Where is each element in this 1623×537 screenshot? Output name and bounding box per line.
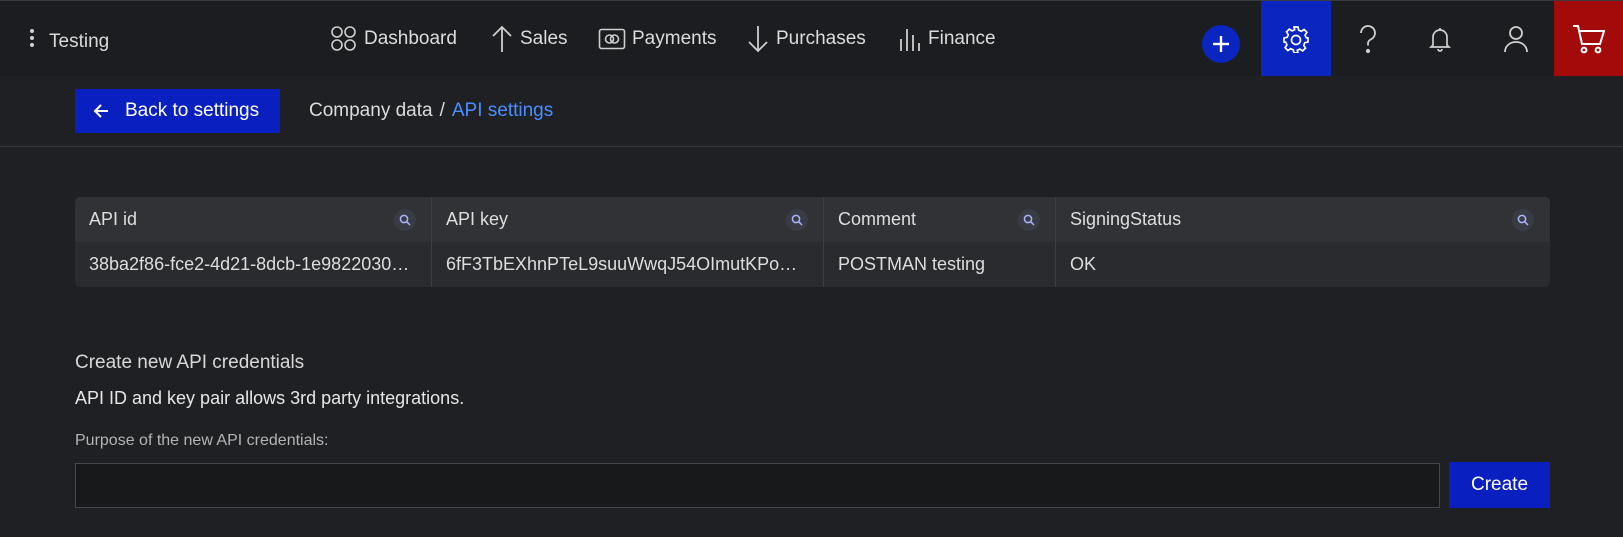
breadcrumb-api-settings[interactable]: API settings (452, 100, 553, 122)
cell-api-key[interactable]: 6fF3TbEXhnPTeL9suuWwqJ54OImutKPoXq7Rz (432, 242, 824, 287)
cell-api-key-value: 6fF3TbEXhnPTeL9suuWwqJ54OImutKPoXq7Rz (446, 254, 809, 274)
column-header-comment-label: Comment (838, 209, 917, 229)
nav-purchases[interactable]: Purchases (746, 23, 866, 55)
cell-comment[interactable]: POSTMAN testing (824, 242, 1056, 287)
column-search-icon[interactable] (786, 209, 808, 231)
column-header-api-key[interactable]: API key (432, 197, 824, 242)
cell-signing-status[interactable]: OK (1056, 242, 1550, 287)
column-header-signing-status-label: SigningStatus (1070, 209, 1182, 229)
breadcrumb: Company data / API settings (309, 100, 553, 122)
column-header-api-key-label: API key (446, 209, 509, 229)
plus-icon (1213, 36, 1229, 52)
table-header-row: API id API key Comment SigningStatus (75, 197, 1550, 242)
nav-sales[interactable]: Sales (490, 23, 568, 55)
notifications-button[interactable] (1405, 1, 1475, 77)
column-search-icon[interactable] (1512, 209, 1534, 231)
create-credentials-description: API ID and key pair allows 3rd party int… (75, 388, 465, 408)
account-button[interactable] (1480, 1, 1552, 77)
nav-dashboard-label: Dashboard (364, 28, 457, 49)
arrow-up-icon (490, 24, 514, 54)
page-subheader: Back to settings Company data / API sett… (0, 76, 1623, 147)
table-row[interactable]: 38ba2f86-fce2-4d21-8dcb-1e9822030c4a 6fF… (75, 242, 1550, 287)
cell-signing-status-value: OK (1070, 254, 1097, 274)
nav-finance[interactable]: Finance (898, 23, 996, 55)
payments-icon (598, 27, 626, 51)
arrow-down-icon (746, 24, 770, 54)
finance-bars-icon (898, 25, 922, 53)
api-credentials-table: API id API key Comment SigningStatus 38b… (75, 197, 1550, 287)
nav-payments-label: Payments (632, 28, 717, 49)
column-search-icon[interactable] (1018, 209, 1040, 231)
column-header-api-id[interactable]: API id (75, 197, 432, 242)
user-icon (1504, 26, 1528, 53)
column-search-icon[interactable] (394, 209, 416, 231)
back-button-label: Back to settings (125, 100, 260, 121)
top-navigation-bar: Testing Dashboard Sales Payments Purchas… (0, 0, 1623, 77)
breadcrumb-company-data[interactable]: Company data (309, 100, 433, 122)
cell-api-id-value: 38ba2f86-fce2-4d21-8dcb-1e9822030c4a (89, 254, 417, 274)
add-button[interactable] (1202, 25, 1240, 63)
create-credentials-title: Create new API credentials (75, 352, 305, 373)
nav-purchases-label: Purchases (776, 28, 866, 49)
nav-payments[interactable]: Payments (598, 23, 716, 55)
nav-finance-label: Finance (928, 28, 996, 49)
purpose-field-label: Purpose of the new API credentials: (75, 432, 329, 449)
organization-name[interactable]: Testing (49, 31, 109, 53)
purpose-input[interactable] (75, 463, 1440, 508)
question-icon (1360, 25, 1376, 54)
kebab-menu-icon[interactable] (24, 27, 40, 51)
dashboard-icon (330, 25, 358, 53)
cart-icon (1572, 25, 1605, 54)
gear-icon (1283, 26, 1309, 53)
settings-button[interactable] (1261, 1, 1331, 77)
cell-comment-value: POSTMAN testing (838, 254, 986, 274)
column-header-api-id-label: API id (89, 209, 138, 229)
cart-button[interactable] (1554, 1, 1623, 77)
back-to-settings-button[interactable]: Back to settings (75, 89, 280, 133)
column-header-signing-status[interactable]: SigningStatus (1056, 197, 1550, 242)
breadcrumb-separator: / (439, 100, 445, 121)
column-header-comment[interactable]: Comment (824, 197, 1056, 242)
arrow-left-icon (93, 104, 108, 118)
nav-sales-label: Sales (520, 28, 568, 49)
cell-api-id[interactable]: 38ba2f86-fce2-4d21-8dcb-1e9822030c4a (75, 242, 432, 287)
bell-icon (1428, 28, 1452, 52)
help-button[interactable] (1333, 1, 1403, 77)
create-button[interactable]: Create (1449, 462, 1550, 508)
nav-dashboard[interactable]: Dashboard (330, 23, 457, 55)
